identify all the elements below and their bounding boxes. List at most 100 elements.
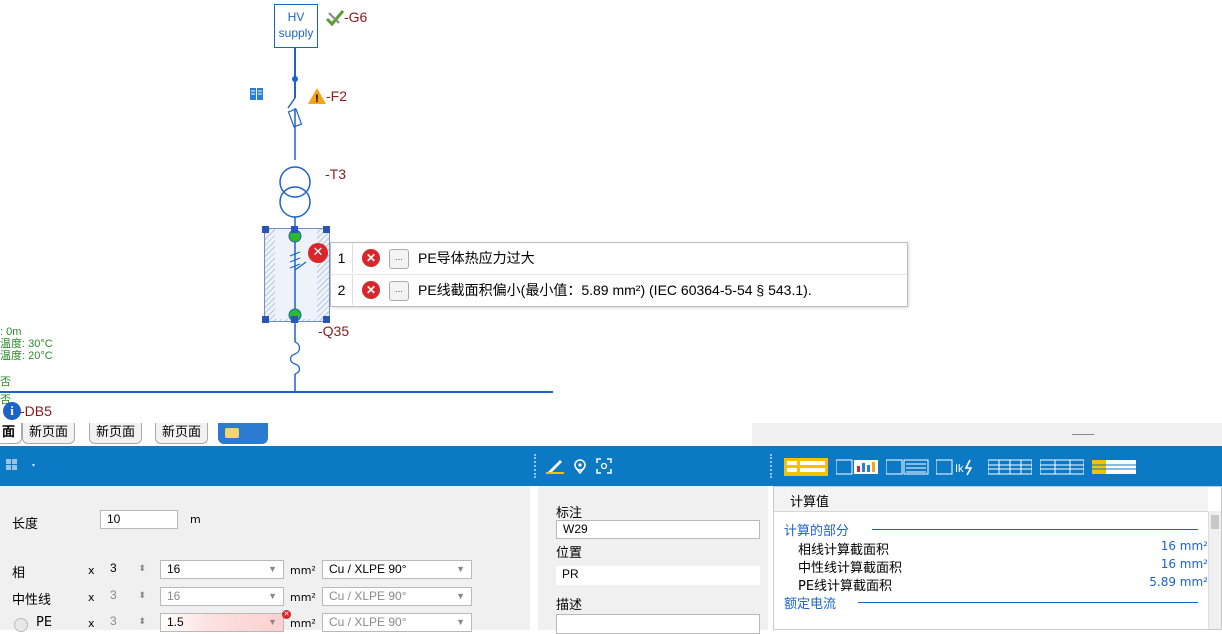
chevron-down-icon[interactable]: ▼ — [456, 588, 465, 605]
calculated-values-panel: 计算值 计算的部分 相线计算截面积 16 mm² 中性线计算截面积 16 mm²… — [773, 486, 1222, 630]
stepper-icon[interactable]: ⬍ — [138, 587, 146, 604]
calc-row: PE线计算截面积 5.89 mm² — [798, 575, 1208, 594]
right-panel-titlebar[interactable] — [752, 423, 1222, 447]
cable-properties-panel: 长度 10 m 相 x 3 ⬍ 16 ▼ mm² Cu / XLPE 90° ▼ 中性… — [0, 486, 530, 632]
tab-new-page[interactable]: 新页面 — [155, 423, 209, 444]
transformer-symbol[interactable] — [270, 160, 320, 230]
pe-size: 1.5 — [167, 615, 184, 629]
error-popup: 1 ✕ ... PE导体热应力过大 2 ✕ ... PE线截面积偏小(最小值：5… — [330, 242, 908, 307]
cable-info-temp2: 温度: 20°C — [0, 350, 53, 362]
grid-view-icon[interactable] — [1039, 458, 1085, 475]
checkmark-icon — [325, 9, 345, 30]
tab-new-page[interactable]: 新页面 — [22, 423, 76, 444]
cable-symbol[interactable] — [285, 320, 305, 392]
chevron-down-icon[interactable]: ▼ — [456, 614, 465, 631]
zoom-fit-icon[interactable] — [596, 458, 612, 474]
toolbar-separator — [770, 454, 774, 478]
location-pin-icon[interactable] — [572, 458, 588, 475]
error-message: PE导体热应力过大 — [418, 250, 535, 266]
tab-new-page[interactable]: 新页面 — [89, 423, 143, 444]
cable-info-temp1: 温度: 30°C — [0, 338, 53, 350]
pe-count: 3 — [110, 614, 117, 628]
calc-row-value: 16 mm² — [1160, 539, 1208, 553]
pe-size-select[interactable]: 1.5 ▼ — [160, 613, 284, 632]
phase-label: 相 — [12, 566, 26, 581]
phase-count: 3 — [110, 561, 117, 575]
error-row[interactable]: 1 ✕ ... PE导体热应力过大 — [331, 243, 907, 275]
error-row[interactable]: 2 ✕ ... PE线截面积偏小(最小值：5.89 mm²) (IEC 6036… — [331, 275, 907, 306]
tab-page-active[interactable]: 面 — [0, 423, 23, 444]
description-label: 描述 — [556, 598, 583, 613]
neutral-x: x — [88, 591, 95, 604]
neutral-count-stepper[interactable]: 3 ⬍ — [104, 587, 154, 606]
junction-dot — [292, 76, 298, 82]
calc-row-label: PE线计算截面积 — [798, 579, 893, 594]
neutral-material: Cu / XLPE 90° — [329, 589, 407, 603]
busbar-db5[interactable] — [0, 391, 553, 393]
cable-info-no1: 否 — [0, 376, 11, 388]
chart-view-icon[interactable] — [835, 458, 880, 475]
phase-size-select[interactable]: 16 ▼ — [160, 560, 284, 579]
toolbar-separator — [534, 454, 538, 478]
length-unit: m — [190, 513, 201, 526]
calc-row: 相线计算截面积 16 mm² — [798, 539, 1208, 558]
calc-row-label: 相线计算截面积 — [798, 543, 890, 558]
book-icon[interactable] — [249, 86, 265, 105]
table-view-icon[interactable] — [987, 458, 1033, 475]
pe-material-select[interactable]: Cu / XLPE 90° ▼ — [322, 613, 472, 632]
scrollbar[interactable] — [1208, 511, 1221, 629]
neutral-material-select[interactable]: Cu / XLPE 90° ▼ — [322, 587, 472, 606]
hv-supply-symbol[interactable]: HV supply — [274, 4, 318, 48]
schematic-canvas[interactable]: HV supply -G6 ! -F2 -T3 ✕ -Q35: 0m 温度: … — [0, 0, 1222, 423]
info-icon[interactable]: i — [3, 402, 21, 420]
chevron-down-icon[interactable]: ▼ — [268, 614, 277, 631]
chevron-down-icon[interactable]: ▼ — [268, 588, 277, 605]
layout-menu-icon[interactable] — [6, 458, 35, 474]
error-details-button[interactable]: ... — [389, 249, 409, 269]
scrollbar-thumb[interactable] — [1211, 515, 1219, 529]
pe-label: PE — [36, 615, 53, 630]
phase-material: Cu / XLPE 90° — [329, 562, 407, 576]
chevron-down-icon[interactable]: ▼ — [268, 561, 277, 578]
calc-row-value: 16 mm² — [1160, 557, 1208, 571]
highlight-view-icon[interactable] — [1092, 458, 1136, 474]
minimize-icon[interactable] — [1072, 434, 1094, 435]
svg-text:Ik: Ik — [955, 463, 964, 475]
pe-count-stepper[interactable]: 3 ⬍ — [104, 613, 154, 632]
phase-count-stepper[interactable]: 3 ⬍ — [104, 560, 154, 579]
error-number: 2 — [331, 275, 353, 305]
add-page-tab[interactable] — [218, 423, 268, 444]
identification-panel: 标注 W29 位置 PR 描述 — [538, 486, 768, 634]
label-q35: -Q35 — [318, 323, 350, 339]
list-view-icon[interactable] — [885, 458, 930, 475]
position-label: 位置 — [556, 546, 583, 561]
mark-input[interactable]: W29 — [556, 520, 760, 539]
view-mode-icon[interactable] — [784, 458, 828, 476]
label-g6: -G6 — [344, 9, 368, 25]
neutral-size-select[interactable]: 16 ▼ — [160, 587, 284, 606]
calc-row-value: 5.89 mm² — [1149, 575, 1208, 589]
breaker-symbol[interactable] — [262, 226, 332, 326]
stepper-icon[interactable]: ⬍ — [138, 613, 146, 630]
phase-unit: mm² — [290, 564, 316, 577]
chevron-down-icon[interactable]: ▼ — [456, 561, 465, 578]
phase-material-select[interactable]: Cu / XLPE 90° ▼ — [322, 560, 472, 579]
stepper-icon[interactable]: ⬍ — [138, 560, 146, 577]
error-icon[interactable]: ✕ — [308, 243, 328, 263]
label-db5: -DB5 — [20, 403, 52, 419]
calc-header-bar: 计算值 — [774, 487, 1208, 512]
section-rated-current[interactable]: 额定电流 — [784, 593, 836, 612]
label-t3: -T3 — [325, 166, 346, 182]
edit-icon[interactable] — [546, 458, 564, 474]
phase-size: 16 — [167, 562, 181, 576]
short-circuit-view-icon[interactable]: Ik — [935, 458, 980, 476]
position-input[interactable]: PR — [556, 566, 760, 585]
phase-x: x — [88, 564, 95, 577]
length-input[interactable]: 10 — [100, 510, 178, 529]
cable-info-length: : 0m — [0, 326, 22, 338]
fuse-switch-symbol[interactable] — [280, 96, 310, 160]
section-calculated-parts[interactable]: 计算的部分 — [784, 520, 849, 539]
description-input[interactable] — [556, 614, 760, 634]
calc-header: 计算值 — [790, 495, 830, 510]
error-details-button[interactable]: ... — [389, 281, 409, 301]
